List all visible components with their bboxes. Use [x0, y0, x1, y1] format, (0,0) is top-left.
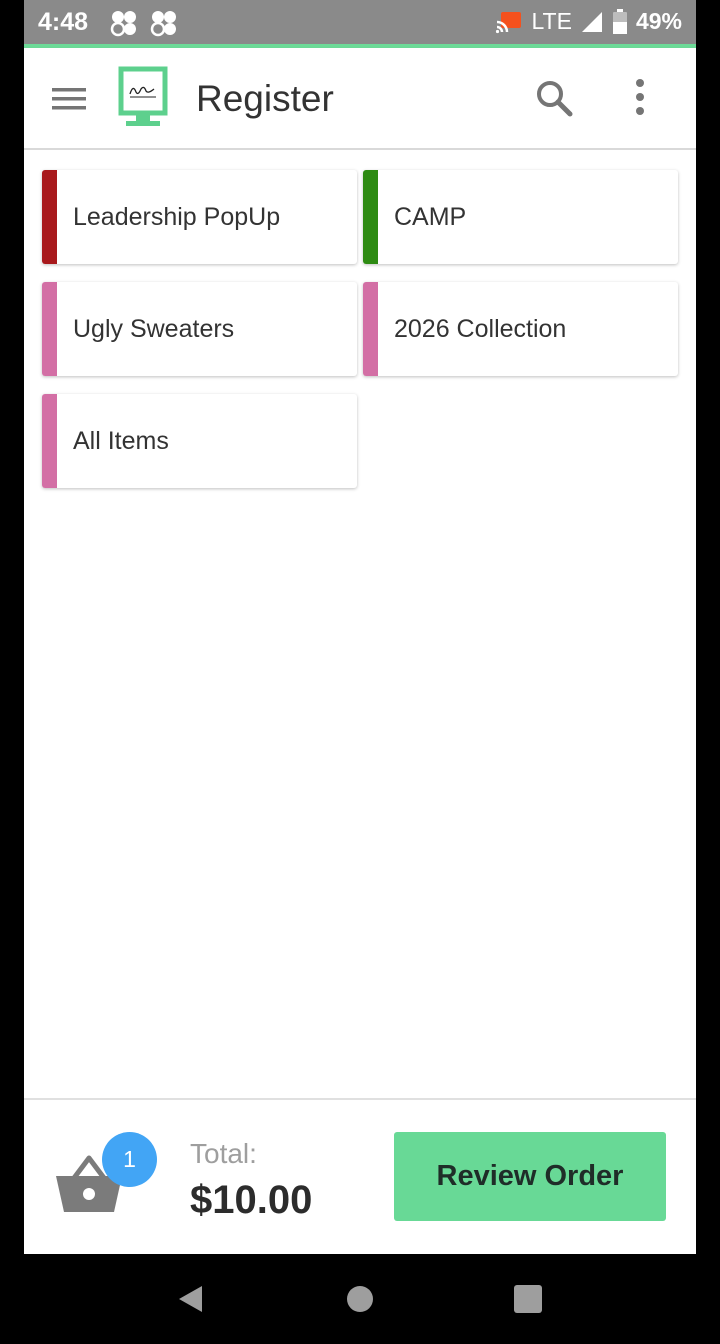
category-tile-camp[interactable]: CAMP: [363, 170, 678, 264]
category-label: CAMP: [394, 203, 467, 231]
status-bar: 4:48 LTE 49%: [24, 0, 696, 45]
category-label: Ugly Sweaters: [73, 315, 235, 343]
category-grid: Leadership PopUp CAMP Ugly Sweaters 2026…: [24, 150, 696, 1098]
menu-icon[interactable]: [48, 78, 90, 120]
cast-icon: [496, 11, 522, 33]
category-tile-ugly-sweaters[interactable]: Ugly Sweaters: [42, 282, 357, 376]
page-title: Register: [196, 78, 334, 119]
cart-bar: 1 Total: $10.00 Review Order: [24, 1098, 696, 1254]
register-logo-icon: [118, 66, 168, 126]
signal-icon: [581, 11, 602, 32]
network-type: LTE: [531, 8, 572, 34]
status-time: 4:48: [38, 8, 89, 36]
screen: 4:48 LTE 49% Register Leadership PopUp C…: [0, 0, 720, 1344]
battery-level: 49%: [635, 8, 682, 34]
recents-icon[interactable]: [513, 1284, 543, 1314]
clover-notification-icon: [110, 11, 136, 37]
app-bar: Register: [24, 48, 696, 150]
category-color-stripe: [42, 282, 57, 376]
system-nav-bar: [0, 1254, 720, 1344]
back-icon[interactable]: [176, 1284, 206, 1314]
battery-icon: [612, 8, 627, 34]
clover-notification-icon: [150, 11, 176, 37]
category-color-stripe: [42, 170, 57, 264]
review-order-button[interactable]: Review Order: [394, 1132, 666, 1221]
home-icon[interactable]: [345, 1284, 375, 1314]
category-label: 2026 Collection: [394, 315, 567, 343]
search-icon[interactable]: [534, 78, 574, 118]
category-label: Leadership PopUp: [73, 203, 281, 231]
category-tile-all-items[interactable]: All Items: [42, 394, 357, 488]
category-tile-leadership-popup[interactable]: Leadership PopUp: [42, 170, 357, 264]
cart-count-badge: 1: [102, 1132, 157, 1187]
category-label: All Items: [73, 427, 169, 455]
total-label: Total:: [190, 1138, 257, 1169]
total-value: $10.00: [190, 1178, 313, 1222]
category-color-stripe: [363, 282, 378, 376]
status-indicators: LTE 49%: [495, 8, 682, 35]
category-color-stripe: [363, 170, 378, 264]
category-tile-2026-collection[interactable]: 2026 Collection: [363, 282, 678, 376]
category-color-stripe: [42, 394, 57, 488]
more-options-icon[interactable]: [624, 76, 656, 118]
